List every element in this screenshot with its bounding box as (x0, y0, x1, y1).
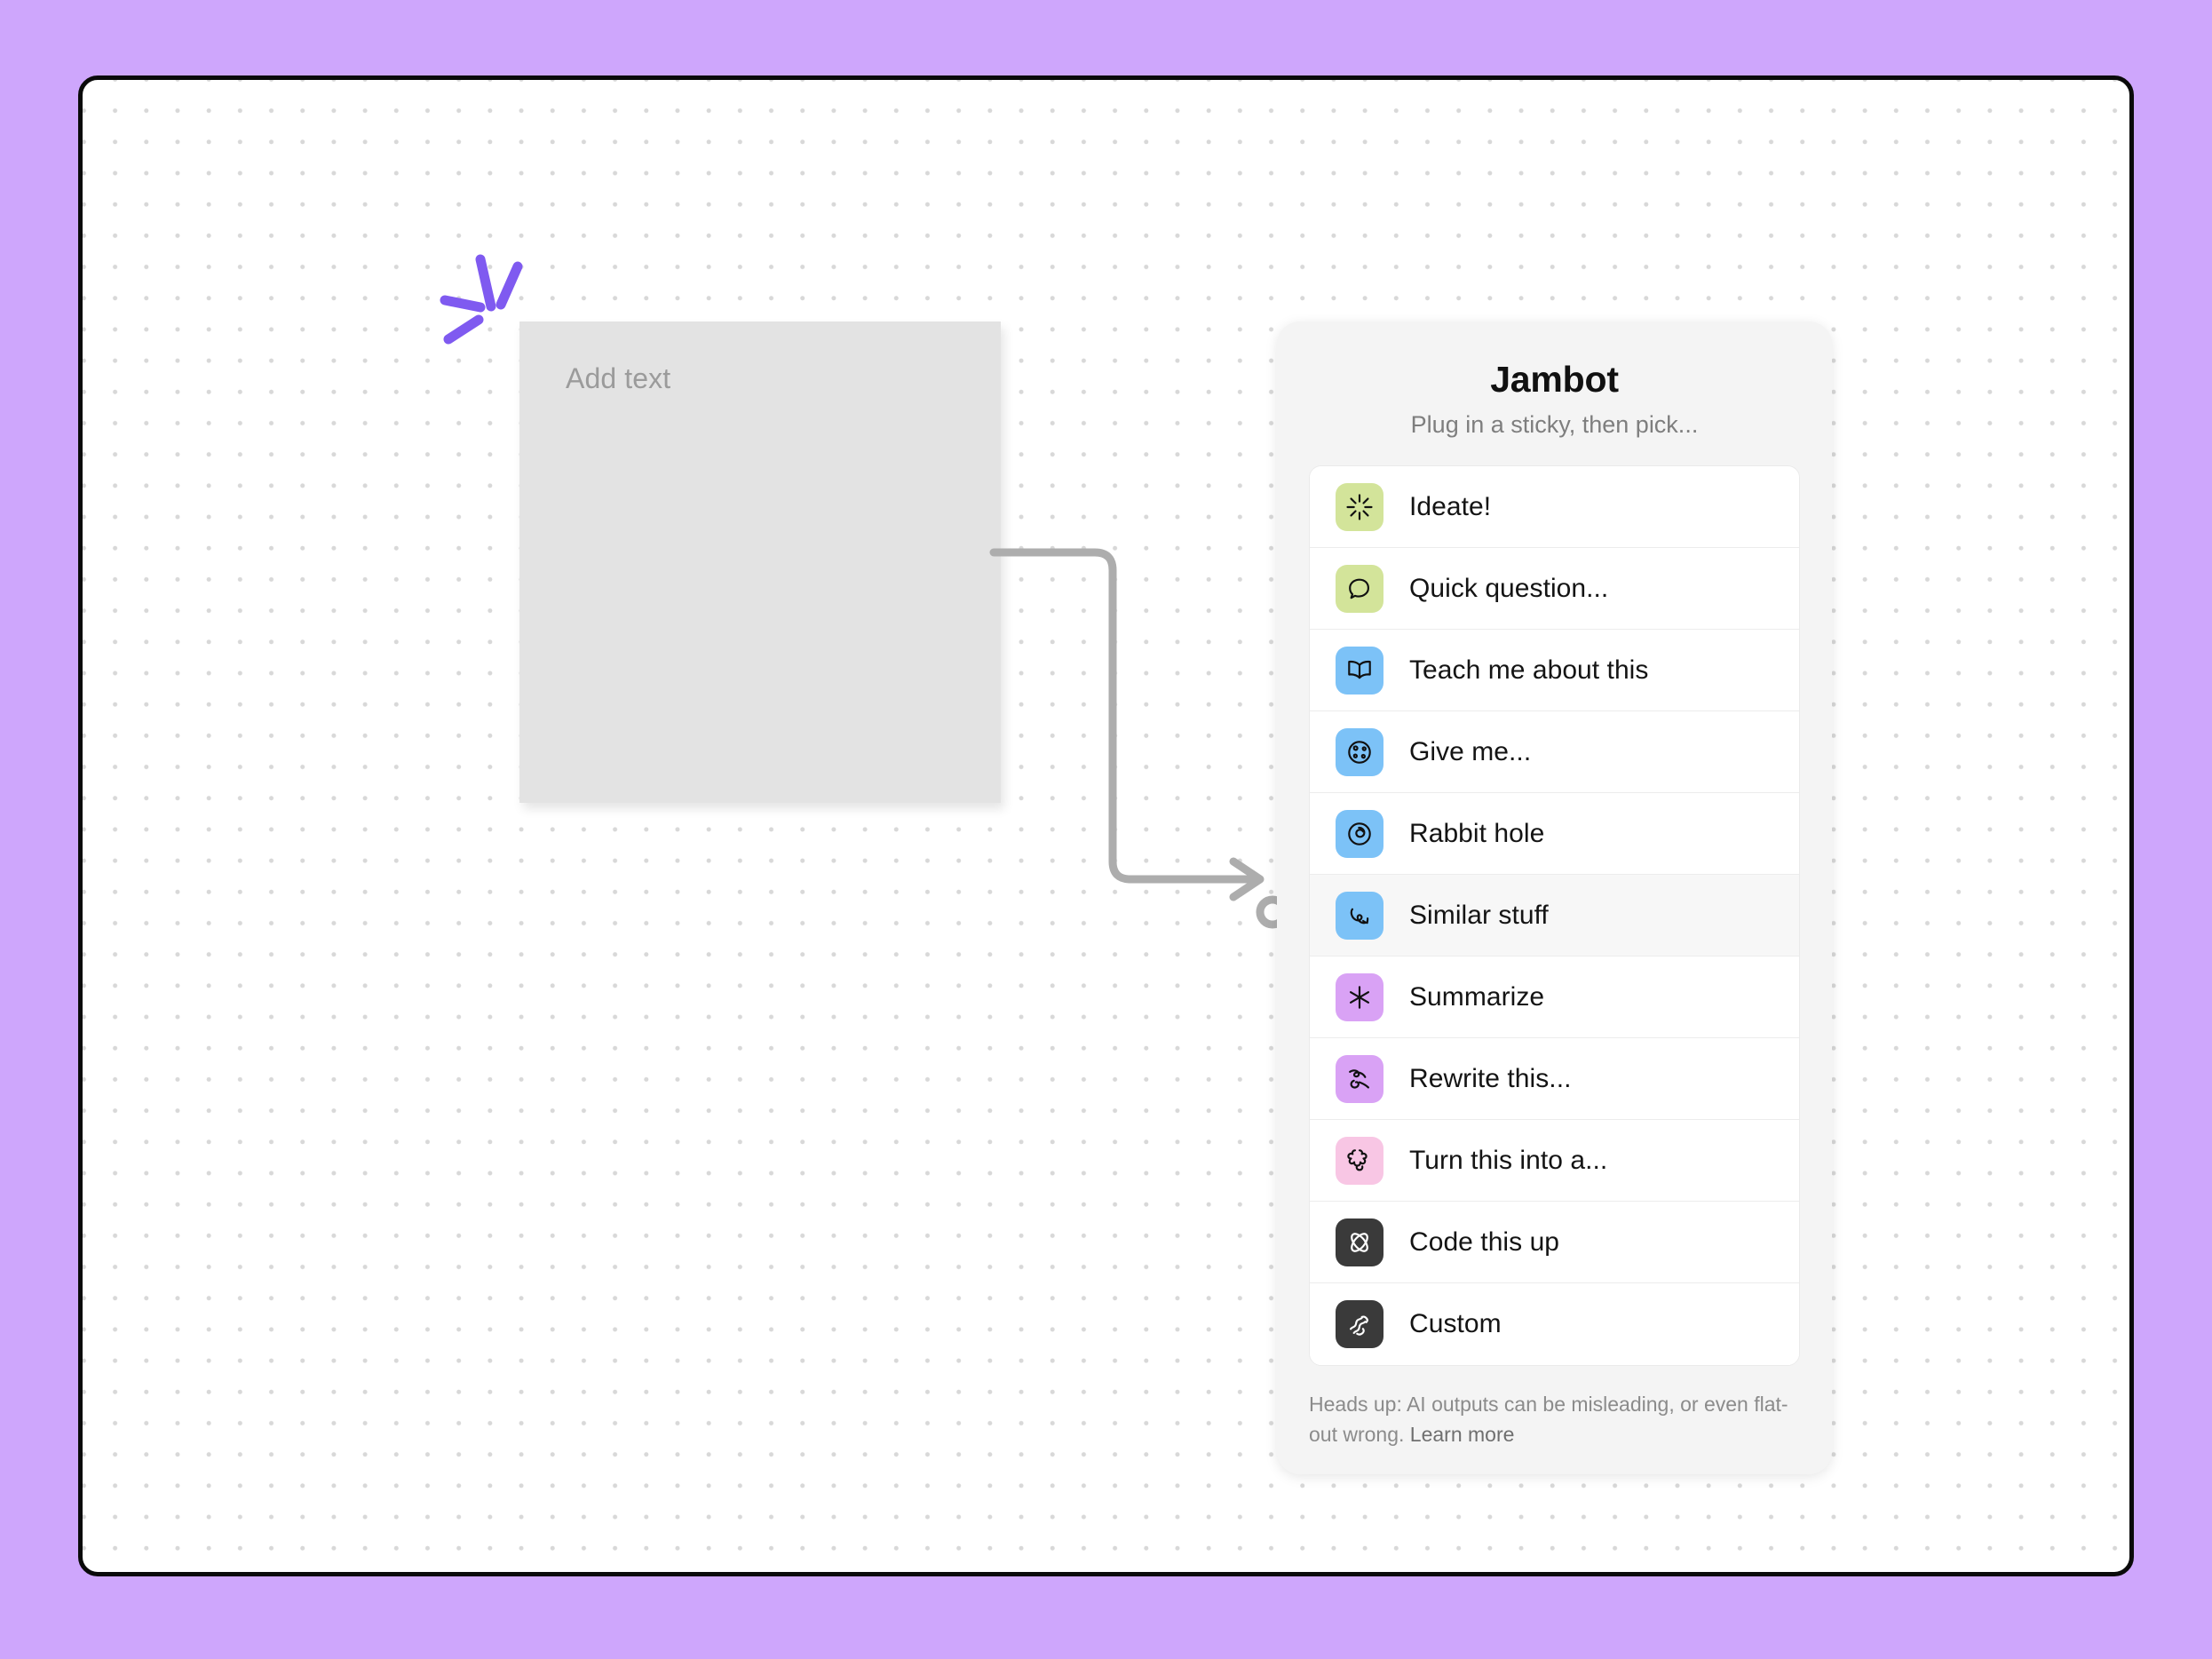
panel-subtitle: Plug in a sticky, then pick... (1410, 411, 1699, 438)
page-title: Jambot (1490, 359, 1619, 400)
flower-icon (1336, 1136, 1383, 1185)
ai-disclaimer: Heads up: AI outputs can be misleading, … (1309, 1389, 1800, 1449)
action-item-label: Quick question... (1409, 573, 1609, 603)
action-list: Ideate! Quick question... Teach me about t… (1309, 465, 1800, 1366)
action-item-label: Turn this into a... (1409, 1145, 1608, 1175)
cookie-icon (1336, 727, 1383, 776)
action-item-turn-this-into-a[interactable]: Turn this into a... (1310, 1120, 1799, 1202)
ai-disclaimer-text: Heads up: AI outputs can be misleading, … (1309, 1393, 1788, 1447)
learn-more-link[interactable]: Learn more (1410, 1423, 1515, 1446)
squiggle-icon (1349, 1068, 1369, 1089)
curved-arrow-icon (1336, 891, 1383, 940)
action-item-teach-me-about-this[interactable]: Teach me about this (1310, 630, 1799, 711)
action-item-label: Code this up (1409, 1226, 1560, 1257)
action-item-label: Give me... (1409, 736, 1532, 766)
asterisk-icon (1336, 972, 1383, 1021)
action-item-label: Summarize (1409, 981, 1545, 1012)
squiggle-icon (1336, 1054, 1383, 1103)
action-item-summarize[interactable]: Summarize (1310, 957, 1799, 1038)
spiral-icon (1348, 822, 1371, 845)
sparkle-burst-icon (1336, 482, 1383, 531)
action-item-rabbit-hole[interactable]: Rabbit hole (1310, 793, 1799, 875)
action-item-label: Rabbit hole (1409, 818, 1545, 848)
speech-bubble-icon (1336, 564, 1383, 613)
sticky-note[interactable]: Add text (519, 321, 1001, 803)
action-item-label: Rewrite this... (1409, 1063, 1572, 1093)
curved-arrow-icon (1350, 908, 1369, 924)
open-book-icon (1336, 646, 1383, 695)
action-item-rewrite-this[interactable]: Rewrite this... (1310, 1038, 1799, 1120)
action-item-label: Teach me about this (1409, 655, 1649, 685)
jamboard-canvas[interactable]: Add text Jambot Plug in a sticky, then p… (78, 75, 2134, 1576)
action-item-give-me[interactable]: Give me... (1310, 711, 1799, 793)
action-item-ideate[interactable]: Ideate! (1310, 466, 1799, 548)
action-item-label: Similar stuff (1409, 900, 1549, 930)
action-item-label: Custom (1409, 1309, 1502, 1338)
zigzag-scribble-icon (1350, 1315, 1368, 1336)
asterisk-icon (1350, 985, 1369, 1009)
speech-bubble-icon (1349, 578, 1369, 599)
zigzag-scribble-icon (1336, 1300, 1383, 1348)
action-item-quick-question[interactable]: Quick question... (1310, 548, 1799, 630)
sparkle-burst-icon (1346, 493, 1373, 520)
action-item-custom[interactable]: Custom (1310, 1283, 1799, 1365)
flower-icon (1347, 1148, 1368, 1171)
action-item-code-this-up[interactable]: Code this up (1310, 1202, 1799, 1283)
atom-orbit-icon (1336, 1218, 1383, 1266)
sticky-note-placeholder[interactable]: Add text (566, 362, 670, 395)
action-item-label: Ideate! (1409, 491, 1492, 521)
jambot-panel: Jambot Plug in a sticky, then pick... Id… (1277, 321, 1832, 1475)
atom-orbit-icon (1351, 1232, 1368, 1252)
action-item-similar-stuff[interactable]: Similar stuff (1310, 875, 1799, 957)
open-book-icon (1348, 660, 1371, 679)
cookie-icon (1348, 740, 1371, 764)
spiral-icon (1336, 809, 1383, 858)
